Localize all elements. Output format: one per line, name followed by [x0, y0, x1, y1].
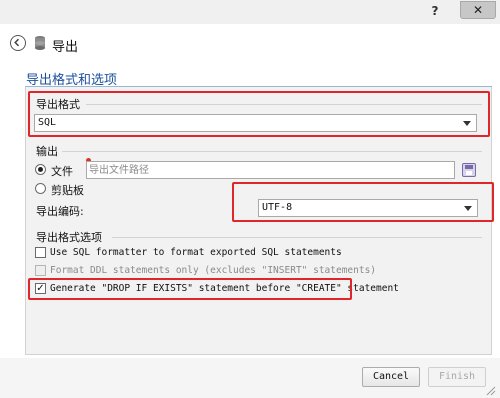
help-button[interactable]: ?: [424, 2, 446, 20]
output-group-divider: [62, 151, 482, 152]
close-button[interactable]: ✕: [460, 1, 496, 19]
file-path-input[interactable]: [86, 161, 455, 179]
sql-formatter-checkbox[interactable]: [35, 247, 46, 258]
clipboard-radio-label: 剪贴板: [51, 184, 84, 197]
save-icon[interactable]: [462, 163, 476, 177]
drop-if-exists-highlight-box: [28, 278, 352, 300]
sql-formatter-label: Use SQL formatter to format exported SQL…: [50, 247, 342, 258]
window-titlebar: ? ✕: [0, 0, 500, 24]
encoding-label: 导出编码:: [36, 205, 84, 218]
dialog-header: 导出: [0, 24, 500, 64]
back-arrow-icon: [14, 38, 20, 47]
file-radio-label: 文件: [51, 165, 73, 178]
clipboard-radio[interactable]: [35, 183, 46, 194]
format-highlight-box: [28, 91, 490, 137]
cancel-button[interactable]: Cancel: [362, 367, 420, 387]
file-radio[interactable]: [35, 164, 46, 175]
encoding-highlight-box: [232, 182, 494, 222]
resize-grip-icon[interactable]: [486, 386, 496, 396]
options-group-divider: [112, 237, 482, 238]
ddl-only-label: Format DDL statements only (excludes "IN…: [50, 265, 377, 276]
ddl-only-checkbox[interactable]: [35, 265, 46, 276]
dialog-footer: Cancel Finish: [0, 358, 500, 398]
options-group-label: 导出格式选项: [36, 231, 102, 244]
output-group-label: 输出: [36, 145, 58, 158]
back-button[interactable]: [10, 35, 26, 51]
header-title: 导出: [52, 40, 79, 55]
finish-button[interactable]: Finish: [428, 367, 486, 387]
database-icon: [35, 36, 45, 50]
